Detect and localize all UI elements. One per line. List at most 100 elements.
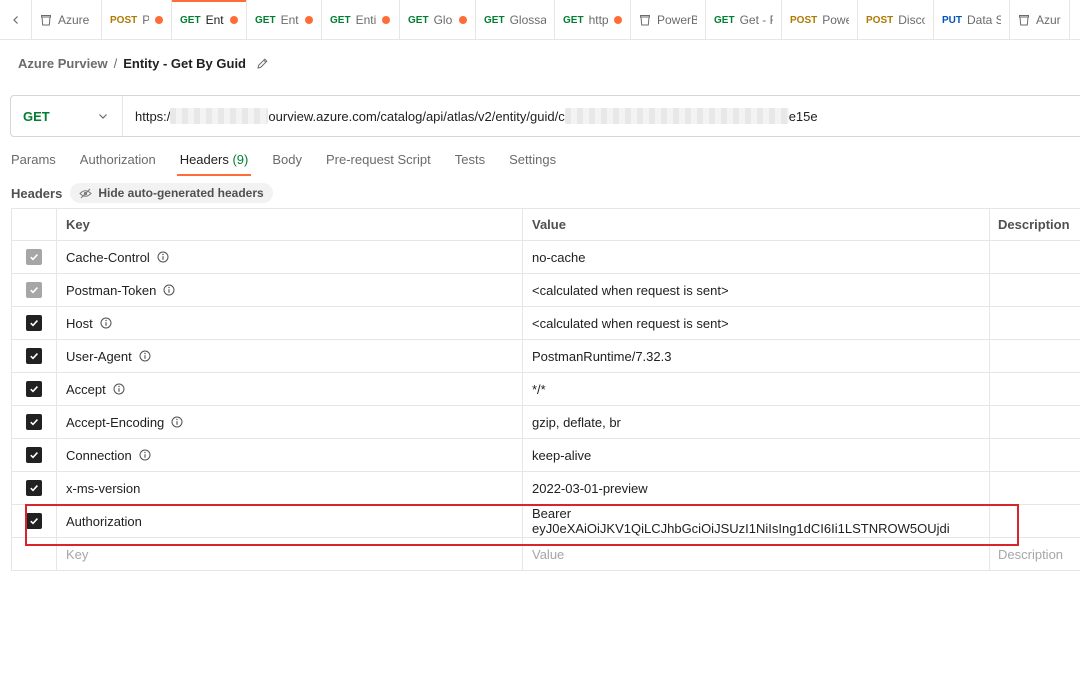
request-title[interactable]: Entity - Get By Guid <box>123 56 246 71</box>
tab-body[interactable]: Body <box>272 146 302 176</box>
tab-label: Body <box>272 152 302 167</box>
tab-method: POST <box>110 14 138 26</box>
tab-method: PUT <box>942 14 962 26</box>
eye-off-icon <box>79 188 93 198</box>
description-cell[interactable] <box>990 241 1080 273</box>
tab-2[interactable]: GET Enti <box>172 0 247 39</box>
value-cell[interactable]: 2022-03-01-preview <box>523 472 990 504</box>
info-icon[interactable] <box>139 449 151 461</box>
header-value: <calculated when request is sent> <box>532 315 729 331</box>
tab-11[interactable]: POST Disco <box>858 0 934 39</box>
new-description-input[interactable]: Description <box>990 538 1080 570</box>
tab-9[interactable]: GET Get - F <box>706 0 782 39</box>
description-cell[interactable] <box>990 472 1080 504</box>
headers-toolbar: Headers Hide auto-generated headers <box>11 182 273 204</box>
key-cell[interactable]: Authorization <box>57 505 523 537</box>
table-row: Host <calculated when request is sent> <box>11 307 1080 340</box>
tab-10[interactable]: POST Powe <box>782 0 858 39</box>
key-cell[interactable]: Accept <box>57 373 523 405</box>
new-header-row: Key Value Description <box>11 538 1080 571</box>
tab-method: GET <box>180 14 201 26</box>
method-select[interactable]: GET <box>11 96 123 136</box>
pencil-icon[interactable] <box>256 57 269 70</box>
table-row: User-Agent PostmanRuntime/7.32.3 <box>11 340 1080 373</box>
table-row: Accept */* <box>11 373 1080 406</box>
header-checkbox[interactable] <box>26 513 42 529</box>
header-checkbox-cell <box>11 209 57 240</box>
description-cell[interactable] <box>990 439 1080 471</box>
tab-method: GET <box>408 14 429 26</box>
tab-params[interactable]: Params <box>11 146 56 176</box>
tab-tests[interactable]: Tests <box>455 146 485 176</box>
key-cell[interactable]: Accept-Encoding <box>57 406 523 438</box>
value-cell[interactable]: gzip, deflate, br <box>523 406 990 438</box>
unsaved-dot-icon <box>155 16 163 24</box>
tab-13[interactable]: Azure <box>1010 0 1070 39</box>
value-cell[interactable]: PostmanRuntime/7.32.3 <box>523 340 990 372</box>
key-cell[interactable]: Postman-Token <box>57 274 523 306</box>
key-cell[interactable]: Cache-Control <box>57 241 523 273</box>
header-checkbox[interactable] <box>26 480 42 496</box>
tab-method: GET <box>484 14 505 26</box>
tab-4[interactable]: GET Enti <box>322 0 400 39</box>
breadcrumb-collection[interactable]: Azure Purview <box>18 56 108 71</box>
value-cell[interactable]: */* <box>523 373 990 405</box>
tab-settings[interactable]: Settings <box>509 146 556 176</box>
tab-method: GET <box>330 14 351 26</box>
tab-authorization[interactable]: Authorization <box>80 146 156 176</box>
new-value-input[interactable]: Value <box>523 538 990 570</box>
tab-pre-request-script[interactable]: Pre-request Script <box>326 146 431 176</box>
new-key-input[interactable]: Key <box>57 538 523 570</box>
info-icon[interactable] <box>139 350 151 362</box>
info-icon[interactable] <box>157 251 169 263</box>
header-checkbox[interactable] <box>26 414 42 430</box>
value-cell[interactable]: no-cache <box>523 241 990 273</box>
info-icon[interactable] <box>163 284 175 296</box>
tab-count: (9) <box>232 152 249 167</box>
header-checkbox[interactable] <box>26 315 42 331</box>
tab-7[interactable]: GET http <box>555 0 631 39</box>
method-value: GET <box>23 108 50 124</box>
info-icon[interactable] <box>171 416 183 428</box>
new-row-checkbox-cell <box>11 538 57 570</box>
key-cell[interactable]: Host <box>57 307 523 339</box>
tab-scroll-left[interactable] <box>0 0 32 39</box>
header-checkbox[interactable] <box>26 348 42 364</box>
key-cell[interactable]: Connection <box>57 439 523 471</box>
tab-name: Data S <box>967 13 1001 27</box>
tab-name: Disco <box>898 13 925 27</box>
info-icon[interactable] <box>113 383 125 395</box>
breadcrumb: Azure Purview / Entity - Get By Guid <box>18 56 269 71</box>
tab-8[interactable]: PowerB <box>631 0 706 39</box>
header-key: User-Agent <box>66 348 132 364</box>
url-input[interactable]: https:/ ourview.azure.com/catalog/api/at… <box>123 96 1080 136</box>
tab-1[interactable]: POST Pui <box>102 0 172 39</box>
tab-headers[interactable]: Headers (9) <box>176 146 251 176</box>
tab-3[interactable]: GET Entit <box>247 0 322 39</box>
tab-6[interactable]: GET Glossa <box>476 0 555 39</box>
breadcrumb-separator: / <box>113 56 118 71</box>
header-checkbox[interactable] <box>26 447 42 463</box>
header-checkbox[interactable] <box>26 381 42 397</box>
value-cell[interactable]: keep-alive <box>523 439 990 471</box>
value-cell[interactable]: Bearer eyJ0eXAiOiJKV1QiLCJhbGciOiJSUzI1N… <box>523 505 990 537</box>
key-cell[interactable]: User-Agent <box>57 340 523 372</box>
description-cell[interactable] <box>990 274 1080 306</box>
description-cell[interactable] <box>990 340 1080 372</box>
description-cell[interactable] <box>990 373 1080 405</box>
value-cell[interactable]: <calculated when request is sent> <box>523 274 990 306</box>
description-cell[interactable] <box>990 505 1080 537</box>
tab-label: Headers <box>179 152 229 167</box>
tab-0[interactable]: Azure F <box>32 0 102 39</box>
key-cell[interactable]: x-ms-version <box>57 472 523 504</box>
info-icon[interactable] <box>100 317 112 329</box>
value-cell[interactable]: <calculated when request is sent> <box>523 307 990 339</box>
tab-name: Glos <box>433 13 453 27</box>
description-cell[interactable] <box>990 307 1080 339</box>
tab-name: http <box>588 13 608 27</box>
description-cell[interactable] <box>990 406 1080 438</box>
column-description: Description <box>998 217 1070 232</box>
tab-5[interactable]: GET Glos <box>400 0 476 39</box>
hide-auto-headers-button[interactable]: Hide auto-generated headers <box>70 183 273 203</box>
tab-12[interactable]: PUT Data S <box>934 0 1010 39</box>
